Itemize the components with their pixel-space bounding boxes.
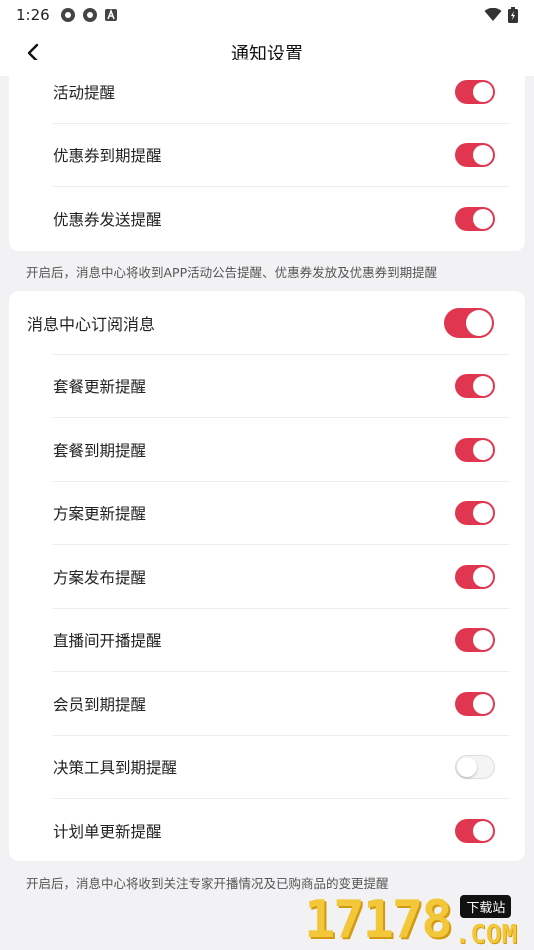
status-notification-icons	[60, 7, 118, 23]
setting-row-package-expiry: 套餐到期提醒	[9, 418, 525, 482]
status-bar: 1:26	[0, 0, 534, 30]
toggle-switch[interactable]	[455, 691, 495, 716]
toggle-knob	[466, 309, 492, 336]
status-system-icons	[484, 7, 518, 23]
toggle-knob	[473, 376, 493, 397]
setting-label: 计划单更新提醒	[53, 822, 162, 841]
battery-icon	[508, 7, 518, 23]
watermark-right: 下载站 .COM	[454, 895, 518, 950]
setting-label: 套餐到期提醒	[53, 441, 147, 460]
toggle-knob	[473, 81, 493, 102]
watermark-tag: 下载站	[460, 895, 512, 918]
toggle-switch[interactable]	[455, 501, 495, 526]
toggle-switch[interactable]	[455, 818, 495, 843]
toggle-knob	[473, 439, 493, 460]
toggle-knob	[457, 757, 477, 778]
group1-description: 开启后，消息中心将收到APP活动公告提醒、优惠券发放及优惠券到期提醒	[26, 265, 438, 280]
app-notification-icon	[60, 8, 75, 22]
setting-row-package-update: 套餐更新提醒	[9, 355, 525, 418]
master-toggle-switch[interactable]	[444, 307, 494, 338]
toggle-switch[interactable]	[455, 437, 495, 462]
toggle-knob	[473, 145, 493, 166]
setting-row-tool-expiry: 决策工具到期提醒	[9, 736, 525, 799]
toggle-switch[interactable]	[455, 143, 495, 168]
watermark-digits: 17178	[304, 890, 453, 950]
setting-row-coupon-send: 优惠券发送提醒	[9, 187, 525, 251]
setting-label: 方案更新提醒	[53, 505, 147, 524]
toggle-knob	[473, 820, 493, 841]
toggle-knob	[473, 566, 493, 587]
toggle-switch[interactable]	[455, 564, 495, 589]
toggle-knob	[473, 630, 493, 651]
wifi-icon	[484, 8, 502, 21]
toggle-switch[interactable]	[455, 79, 495, 104]
toggle-switch[interactable]	[455, 374, 495, 399]
setting-label: 活动提醒	[53, 83, 116, 102]
setting-label: 会员到期提醒	[53, 695, 147, 714]
setting-row-plan-update: 方案更新提醒	[9, 482, 525, 545]
toggle-switch[interactable]	[455, 755, 495, 780]
setting-label: 方案发布提醒	[53, 568, 147, 587]
setting-row-live-start: 直播间开播提醒	[9, 609, 525, 672]
setting-row-plan-list-update: 计划单更新提醒	[9, 799, 525, 863]
app-notification-icon	[82, 8, 97, 22]
site-watermark-logo: 17178 下载站 .COM	[304, 888, 532, 948]
setting-label: 消息中心订阅消息	[27, 314, 156, 334]
setting-label: 决策工具到期提醒	[53, 759, 178, 778]
subscription-notification-card: 消息中心订阅消息 套餐更新提醒 套餐到期提醒 方案更新提醒 方案发布提醒 直播间…	[9, 291, 525, 861]
toggle-knob	[473, 693, 493, 714]
activity-notification-card: 活动提醒 优惠券到期提醒 优惠券发送提醒	[9, 60, 525, 251]
toggle-switch[interactable]	[455, 628, 495, 653]
setting-row-member-expiry: 会员到期提醒	[9, 672, 525, 736]
setting-label: 优惠券发送提醒	[53, 210, 162, 229]
setting-label: 直播间开播提醒	[53, 632, 162, 651]
toggle-switch[interactable]	[455, 206, 495, 231]
setting-label: 套餐更新提醒	[53, 378, 147, 397]
status-time: 1:26	[16, 6, 50, 24]
setting-label: 优惠券到期提醒	[53, 147, 162, 166]
setting-row-coupon-expiry: 优惠券到期提醒	[9, 124, 525, 187]
setting-row-subscription-master: 消息中心订阅消息	[9, 291, 525, 355]
toggle-knob	[473, 208, 493, 229]
watermark-domain: .COM	[454, 920, 518, 950]
setting-row-activity: 活动提醒	[9, 60, 525, 124]
setting-row-plan-publish: 方案发布提醒	[9, 545, 525, 609]
a-notification-icon	[104, 8, 117, 21]
toggle-knob	[473, 503, 493, 524]
